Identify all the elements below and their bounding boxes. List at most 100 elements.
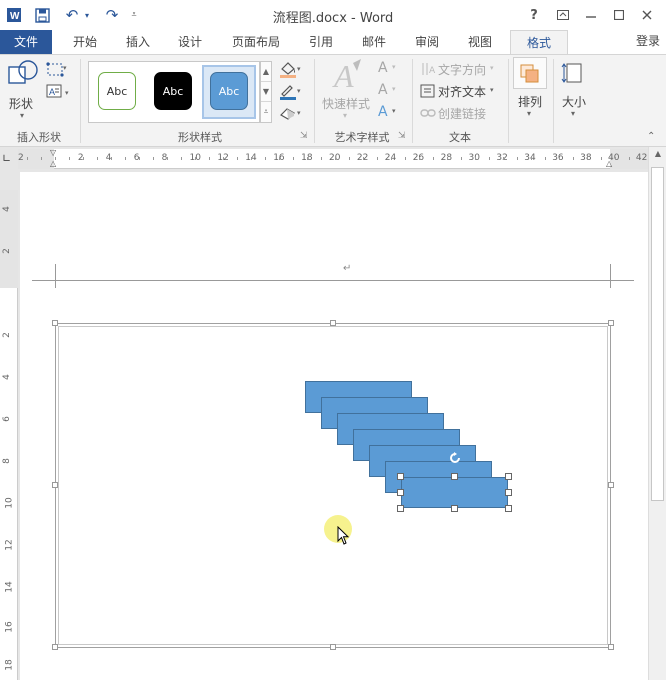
text-box-icon[interactable]: A ▾ <box>46 83 74 101</box>
scrollbar-thumb[interactable] <box>651 167 664 501</box>
arrange-label[interactable]: 排列 <box>518 93 542 110</box>
horizontal-ruler[interactable]: 224681012141618202224262830323436384042 … <box>18 149 648 169</box>
group-separator <box>553 59 554 143</box>
canvas-resize-handle[interactable] <box>52 644 58 650</box>
sign-in-link[interactable]: 登录 <box>630 29 666 53</box>
svg-text:▾: ▾ <box>63 64 67 72</box>
canvas-resize-handle[interactable] <box>52 320 58 326</box>
selected-rectangle-shape[interactable] <box>401 477 508 508</box>
canvas-resize-handle[interactable] <box>608 644 614 650</box>
ribbon-display-options-icon[interactable] <box>550 4 576 26</box>
align-text-dropdown-icon[interactable]: ▾ <box>490 86 494 94</box>
margin-corner-mark <box>610 264 611 288</box>
shape-style-swatch-3[interactable]: Abc <box>210 72 248 110</box>
quick-styles-dropdown-icon[interactable]: ▾ <box>343 111 347 120</box>
shape-styles-dialog-launcher-icon[interactable]: ⇲ <box>300 131 308 141</box>
ruler-tick <box>545 157 546 160</box>
shape-style-swatch-2[interactable]: Abc <box>154 72 192 110</box>
collapse-ribbon-icon[interactable]: ⌃ <box>647 131 655 142</box>
text-outline-icon[interactable]: A <box>378 82 388 98</box>
arrange-icon[interactable] <box>513 57 547 89</box>
shape-resize-handle[interactable] <box>397 473 404 480</box>
text-effects-dropdown-icon[interactable]: ▾ <box>392 107 396 115</box>
tab-home[interactable]: 开始 <box>60 30 110 54</box>
align-text-icon[interactable] <box>420 84 436 98</box>
edit-shape-icon[interactable]: ▾ <box>46 61 68 79</box>
rotate-handle-icon[interactable] <box>448 451 462 465</box>
right-indent-icon[interactable]: △ <box>606 160 612 168</box>
gallery-scroll-down-icon[interactable]: ▼ <box>261 82 271 102</box>
canvas-resize-handle[interactable] <box>330 644 336 650</box>
size-icon[interactable] <box>560 57 588 89</box>
drawing-canvas[interactable] <box>55 323 611 648</box>
maximize-icon[interactable] <box>606 4 632 26</box>
tab-mailings[interactable]: 邮件 <box>350 30 398 54</box>
tab-file[interactable]: 文件 <box>0 30 52 54</box>
canvas-resize-handle[interactable] <box>608 482 614 488</box>
shape-outline-icon[interactable]: ▾ <box>278 81 304 101</box>
ruler-tick <box>125 157 126 160</box>
gallery-more-icon[interactable]: ⩡ <box>261 102 271 122</box>
canvas-resize-handle[interactable] <box>52 482 58 488</box>
minimize-icon[interactable] <box>578 4 604 26</box>
shape-resize-handle[interactable] <box>451 473 458 480</box>
shape-resize-handle[interactable] <box>505 489 512 496</box>
text-fill-dropdown-icon[interactable]: ▾ <box>392 63 396 71</box>
shape-style-swatch-1[interactable]: Abc <box>98 72 136 110</box>
wordart-dialog-launcher-icon[interactable]: ⇲ <box>398 131 406 141</box>
mouse-pointer-icon <box>337 525 351 546</box>
size-label[interactable]: 大小 <box>562 93 586 110</box>
gallery-scroll-up-icon[interactable]: ▲ <box>261 62 271 82</box>
create-link-label[interactable]: 创建链接 <box>438 105 486 122</box>
text-direction-dropdown-icon[interactable]: ▾ <box>490 64 494 72</box>
size-dropdown-icon[interactable]: ▾ <box>571 109 575 118</box>
shapes-dropdown-icon[interactable]: ▾ <box>20 111 24 120</box>
tab-review[interactable]: 审阅 <box>404 30 450 54</box>
ruler-tick <box>377 157 378 160</box>
text-fill-icon[interactable]: A <box>378 60 388 76</box>
ruler-tick <box>503 157 504 160</box>
ruler-tick <box>41 157 42 160</box>
shape-effects-icon[interactable]: ▾ <box>278 103 304 123</box>
shape-resize-handle[interactable] <box>505 505 512 512</box>
quick-styles-label[interactable]: 快速样式 <box>322 95 370 112</box>
help-button[interactable]: ? <box>521 4 547 26</box>
first-line-indent-icon[interactable]: ▽ <box>50 149 56 157</box>
quick-styles-icon[interactable]: A <box>331 57 365 95</box>
create-link-icon[interactable] <box>420 106 436 120</box>
ruler-tick-label: 6 <box>1 416 12 422</box>
arrange-dropdown-icon[interactable]: ▾ <box>527 109 531 118</box>
tab-references[interactable]: 引用 <box>298 30 344 54</box>
ruler-tick-label: 12 <box>4 539 15 551</box>
shapes-gallery-icon[interactable] <box>6 59 40 91</box>
ruler-tick-label: 14 <box>4 581 15 593</box>
text-direction-label[interactable]: 文字方向 <box>438 61 486 78</box>
shapes-label[interactable]: 形状 <box>9 95 33 112</box>
shape-fill-icon[interactable]: ▾ <box>278 59 304 79</box>
text-direction-icon[interactable]: A <box>420 62 436 76</box>
shape-resize-handle[interactable] <box>397 489 404 496</box>
text-outline-dropdown-icon[interactable]: ▾ <box>392 85 396 93</box>
canvas-resize-handle[interactable] <box>330 320 336 326</box>
vertical-ruler[interactable]: 4 2 2 4 6 8 10 12 14 16 18 <box>0 190 18 680</box>
tab-view[interactable]: 视图 <box>456 30 504 54</box>
text-effects-icon[interactable]: A <box>378 104 388 120</box>
align-text-label[interactable]: 对齐文本 <box>438 83 486 100</box>
tab-format[interactable]: 格式 <box>510 30 568 55</box>
ruler-tick-label: 2 <box>1 248 12 254</box>
tab-design[interactable]: 设计 <box>166 30 214 54</box>
tab-selector-icon[interactable]: ∟ <box>2 152 16 166</box>
shape-resize-handle[interactable] <box>397 505 404 512</box>
tab-page-layout[interactable]: 页面布局 <box>222 30 290 54</box>
canvas-resize-handle[interactable] <box>608 320 614 326</box>
document-page[interactable]: ↵ <box>20 172 648 680</box>
insert-shapes-group-label: 插入形状 <box>17 131 61 144</box>
group-separator <box>508 59 509 143</box>
vertical-scrollbar[interactable]: ▲ <box>648 147 666 680</box>
shape-resize-handle[interactable] <box>505 473 512 480</box>
shape-resize-handle[interactable] <box>451 505 458 512</box>
tab-insert[interactable]: 插入 <box>114 30 162 54</box>
scroll-up-icon[interactable]: ▲ <box>652 149 664 161</box>
hanging-indent-icon[interactable]: △ <box>50 160 56 168</box>
close-icon[interactable] <box>634 4 660 26</box>
